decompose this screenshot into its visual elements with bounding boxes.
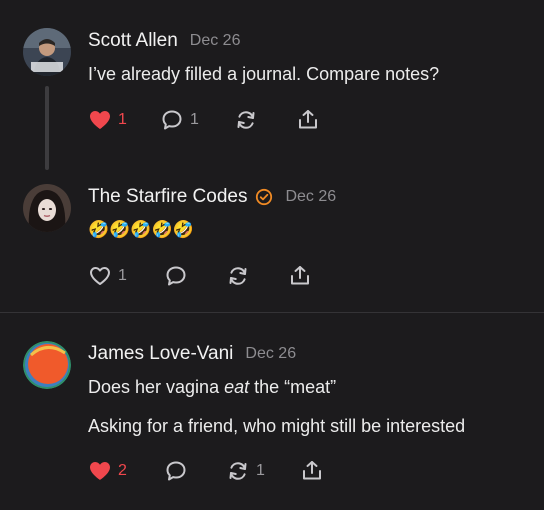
share-button[interactable]	[288, 264, 312, 288]
heart-icon	[88, 264, 112, 288]
action-bar: 1 1	[88, 108, 320, 132]
share-button[interactable]	[300, 459, 324, 483]
post-date[interactable]: Dec 26	[245, 345, 296, 363]
like-button[interactable]: 2	[88, 459, 164, 483]
verified-check-icon	[255, 188, 273, 206]
post-text: 🤣🤣🤣🤣🤣	[88, 220, 194, 239]
avatar[interactable]	[23, 341, 71, 389]
like-count: 1	[118, 267, 127, 284]
heart-icon	[88, 459, 112, 483]
post-the-starfire-codes: The Starfire Codes Dec 26 🤣🤣🤣🤣🤣 1	[0, 180, 544, 312]
author-name[interactable]: James Love-Vani	[88, 343, 233, 365]
like-button[interactable]: 1	[88, 108, 160, 132]
author-name[interactable]: Scott Allen	[88, 30, 178, 52]
post-date[interactable]: Dec 26	[285, 188, 336, 206]
author-name[interactable]: The Starfire Codes	[88, 186, 247, 208]
thread-line	[45, 86, 49, 170]
share-icon	[300, 459, 324, 483]
repost-icon	[226, 459, 250, 483]
comment-count: 1	[190, 111, 199, 128]
repost-icon	[234, 108, 258, 132]
repost-button[interactable]	[226, 264, 288, 288]
post-james-love-vani: James Love-Vani Dec 26 Does her vagina e…	[0, 313, 544, 510]
comment-icon	[164, 459, 188, 483]
share-icon	[288, 264, 312, 288]
action-bar: 1	[88, 264, 312, 288]
post-text-line-1: Does her vagina eat the “meat”	[88, 377, 336, 398]
text-segment: Does her vagina	[88, 377, 225, 397]
repost-count: 1	[256, 462, 265, 479]
like-button[interactable]: 1	[88, 264, 164, 288]
heart-icon	[88, 108, 112, 132]
post-date[interactable]: Dec 26	[190, 32, 241, 50]
avatar[interactable]	[23, 28, 71, 76]
avatar[interactable]	[23, 184, 71, 232]
post-text: I’ve already filled a journal. Compare n…	[88, 64, 440, 84]
emphasized-text: eat	[224, 377, 250, 397]
repost-icon	[226, 264, 250, 288]
post-header: James Love-Vani Dec 26	[88, 343, 296, 365]
share-button[interactable]	[296, 108, 320, 132]
like-count: 1	[118, 111, 127, 128]
post-text-line-2: Asking for a friend, who might still be …	[88, 416, 466, 436]
comment-icon	[164, 264, 188, 288]
comment-button[interactable]: 1	[160, 108, 234, 132]
post-scott-allen: Scott Allen Dec 26 I’ve already filled a…	[0, 0, 544, 180]
action-bar: 2 1	[88, 459, 324, 483]
text-segment: the “meat”	[249, 377, 337, 397]
comment-button[interactable]	[164, 264, 226, 288]
post-header: The Starfire Codes Dec 26	[88, 186, 336, 208]
share-icon	[296, 108, 320, 132]
post-header: Scott Allen Dec 26	[88, 30, 240, 52]
repost-button[interactable]: 1	[226, 459, 300, 483]
comment-button[interactable]	[164, 459, 226, 483]
comment-icon	[160, 108, 184, 132]
like-count: 2	[118, 462, 127, 479]
repost-button[interactable]	[234, 108, 296, 132]
